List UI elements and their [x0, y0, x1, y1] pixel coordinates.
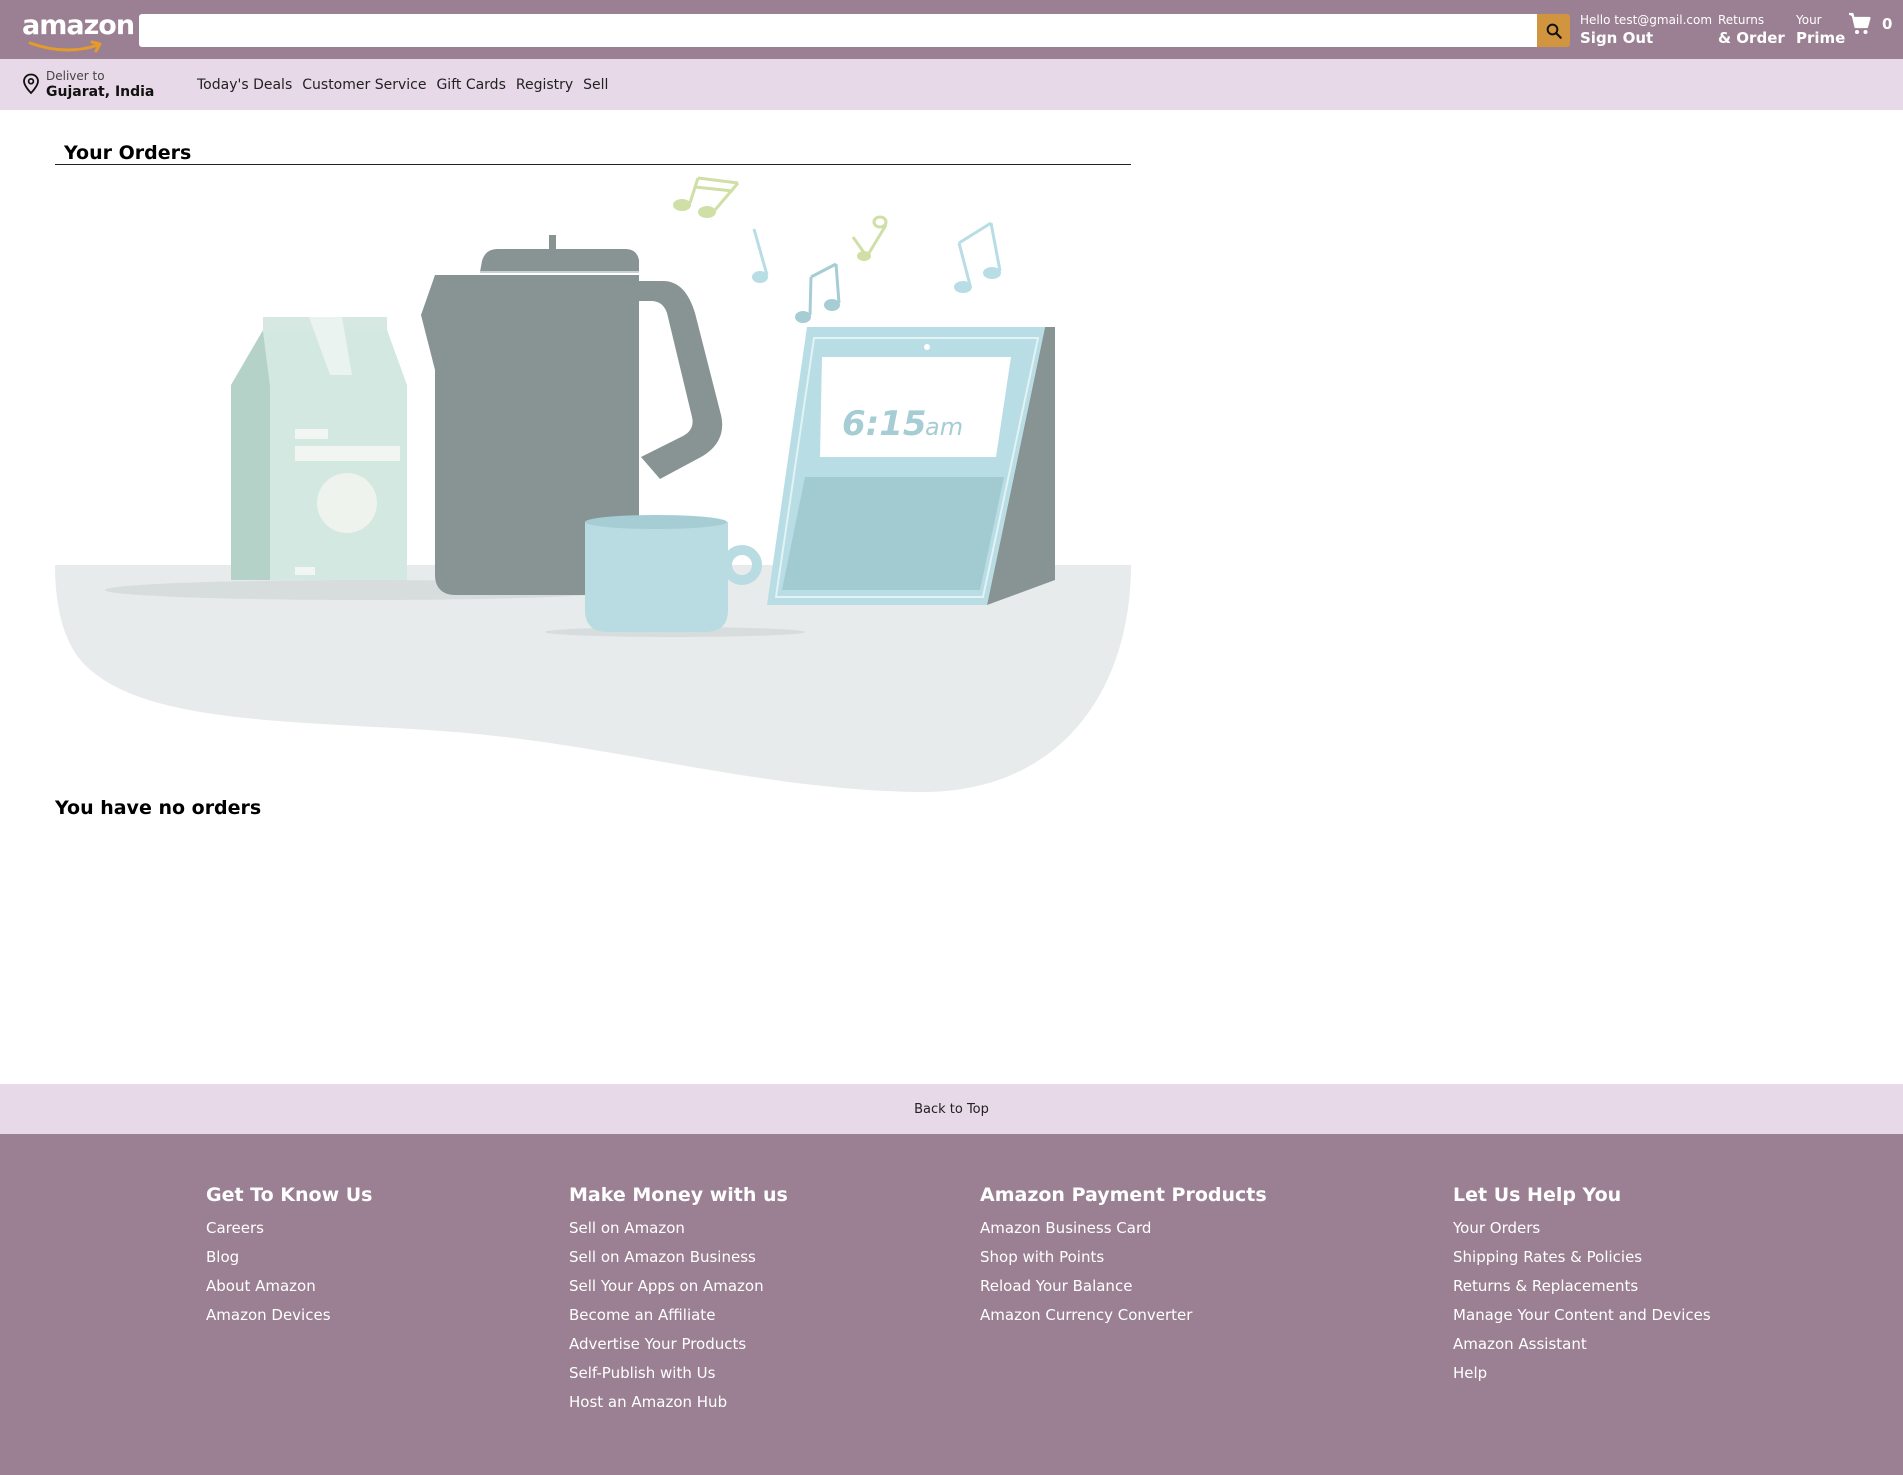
clock-time: 6:15 — [842, 404, 927, 444]
search-icon — [1546, 23, 1562, 39]
footer-heading: Amazon Payment Products — [980, 1184, 1267, 1206]
nav-registry[interactable]: Registry — [516, 77, 573, 93]
cart-count: 0 — [1882, 15, 1893, 33]
footer-link-currency-converter[interactable]: Amazon Currency Converter — [980, 1301, 1267, 1330]
logo-smile-icon — [28, 40, 102, 53]
footer-link-reload-balance[interactable]: Reload Your Balance — [980, 1272, 1267, 1301]
footer-link-shipping-rates[interactable]: Shipping Rates & Policies — [1453, 1243, 1711, 1272]
location-pin-icon — [23, 73, 39, 95]
footer: Get To Know Us Careers Blog About Amazon… — [0, 1134, 1903, 1475]
back-to-top-button[interactable]: Back to Top — [0, 1084, 1903, 1134]
footer-link-business-card[interactable]: Amazon Business Card — [980, 1214, 1267, 1243]
footer-link-manage-content[interactable]: Manage Your Content and Devices — [1453, 1301, 1711, 1330]
smart-display-illustration: 6:15 am — [767, 327, 1055, 605]
footer-link-sell-on-amazon[interactable]: Sell on Amazon — [569, 1214, 788, 1243]
footer-link-affiliate[interactable]: Become an Affiliate — [569, 1301, 788, 1330]
footer-column-help: Let Us Help You Your Orders Shipping Rat… — [1453, 1184, 1711, 1388]
footer-link-assistant[interactable]: Amazon Assistant — [1453, 1330, 1711, 1359]
cart-icon — [1849, 12, 1871, 34]
search-button[interactable] — [1537, 14, 1570, 47]
footer-link-help[interactable]: Help — [1453, 1359, 1711, 1388]
footer-link-careers[interactable]: Careers — [206, 1214, 373, 1243]
prime-link[interactable]: Your Prime — [1796, 12, 1845, 48]
sign-out-label: Sign Out — [1580, 29, 1654, 47]
footer-column-make-money: Make Money with us Sell on Amazon Sell o… — [569, 1184, 788, 1417]
deliver-to-label: Deliver to — [46, 69, 105, 83]
subnav-links: Today's Deals Customer Service Gift Card… — [197, 77, 618, 93]
footer-link-advertise[interactable]: Advertise Your Products — [569, 1330, 788, 1359]
carton-illustration — [231, 317, 407, 580]
prime-your-label: Your — [1796, 13, 1822, 27]
footer-link-returns[interactable]: Returns & Replacements — [1453, 1272, 1711, 1301]
footer-link-amazon-hub[interactable]: Host an Amazon Hub — [569, 1388, 788, 1417]
nav-customer-service[interactable]: Customer Service — [302, 77, 426, 93]
deliver-to-location[interactable]: Deliver to Gujarat, India — [22, 69, 154, 101]
footer-link-sell-business[interactable]: Sell on Amazon Business — [569, 1243, 788, 1272]
clock-suffix: am — [925, 413, 963, 441]
footer-link-sell-apps[interactable]: Sell Your Apps on Amazon — [569, 1272, 788, 1301]
footer-heading: Let Us Help You — [1453, 1184, 1622, 1206]
footer-link-amazon-devices[interactable]: Amazon Devices — [206, 1301, 373, 1330]
sub-navigation: Deliver to Gujarat, India Today's Deals … — [0, 59, 1903, 110]
cart-link[interactable]: 0 — [1848, 12, 1892, 36]
prime-label: Prime — [1796, 29, 1846, 47]
footer-column-payment-products: Amazon Payment Products Amazon Business … — [980, 1184, 1267, 1330]
orders-label: & Order — [1718, 29, 1785, 47]
nav-sell[interactable]: Sell — [583, 77, 608, 93]
footer-link-shop-points[interactable]: Shop with Points — [980, 1243, 1267, 1272]
music-notes-illustration — [673, 176, 1002, 323]
footer-link-self-publish[interactable]: Self-Publish with Us — [569, 1359, 788, 1388]
nav-gift-cards[interactable]: Gift Cards — [436, 77, 505, 93]
footer-heading: Get To Know Us — [206, 1184, 373, 1206]
empty-orders-illustration: 6:15 am — [55, 176, 1131, 793]
returns-orders-link[interactable]: Returns & Order — [1718, 12, 1785, 48]
logo-text: amazon — [22, 10, 135, 41]
returns-label: Returns — [1718, 13, 1765, 27]
nav-todays-deals[interactable]: Today's Deals — [197, 77, 292, 93]
page-title: Your Orders — [64, 142, 192, 164]
amazon-logo[interactable]: amazon — [22, 10, 135, 53]
empty-orders-message: You have no orders — [55, 797, 262, 819]
footer-link-blog[interactable]: Blog — [206, 1243, 373, 1272]
account-greeting: Hello test@gmail.com — [1580, 13, 1713, 27]
deliver-location: Gujarat, India — [46, 84, 155, 100]
account-sign-out[interactable]: Hello test@gmail.com Sign Out — [1580, 12, 1712, 48]
top-header: amazon Hello test@gmail.com Sign Out Ret… — [0, 0, 1903, 59]
footer-link-your-orders[interactable]: Your Orders — [1453, 1214, 1711, 1243]
footer-heading: Make Money with us — [569, 1184, 788, 1206]
footer-column-get-to-know-us: Get To Know Us Careers Blog About Amazon… — [206, 1184, 373, 1330]
footer-link-about-amazon[interactable]: About Amazon — [206, 1272, 373, 1301]
search-input[interactable] — [139, 14, 1537, 47]
